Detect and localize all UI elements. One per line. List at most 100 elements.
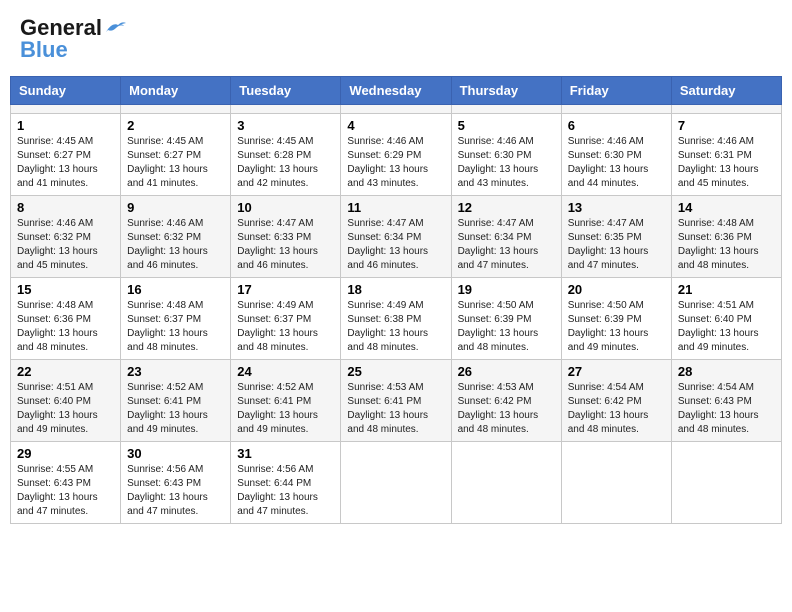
day-info: Sunrise: 4:46 AM Sunset: 6:29 PM Dayligh…	[347, 135, 444, 191]
day-number: 4	[347, 118, 444, 133]
calendar-cell: 30Sunrise: 4:56 AM Sunset: 6:43 PM Dayli…	[121, 442, 231, 524]
day-number: 19	[458, 282, 555, 297]
day-number: 5	[458, 118, 555, 133]
day-number: 26	[458, 364, 555, 379]
calendar-cell: 19 Sunrise: 4:50 AM Sunset: 6:39 PM Dayli…	[451, 278, 561, 360]
day-number: 25	[347, 364, 444, 379]
calendar-cell: 9Sunrise: 4:46 AM Sunset: 6:32 PM Daylig…	[121, 196, 231, 278]
day-info: Sunrise: 4:54 AM Sunset: 6:42 PM Dayligh…	[568, 381, 665, 437]
day-number: 7	[678, 118, 775, 133]
day-number: 20	[568, 282, 665, 297]
calendar-cell: 2 Sunrise: 4:45 AM Sunset: 6:27 PM Daylig…	[121, 114, 231, 196]
day-number: 15	[17, 282, 114, 297]
calendar-cell: 13Sunrise: 4:47 AM Sunset: 6:35 PM Dayli…	[561, 196, 671, 278]
page-header: General Blue	[10, 10, 782, 68]
calendar-cell: 20 Sunrise: 4:50 AM Sunset: 6:39 PM Dayli…	[561, 278, 671, 360]
day-number: 2	[127, 118, 224, 133]
calendar-cell: 17 Sunrise: 4:49 AM Sunset: 6:37 PM Dayli…	[231, 278, 341, 360]
calendar-cell: 31Sunrise: 4:56 AM Sunset: 6:44 PM Dayli…	[231, 442, 341, 524]
calendar-cell	[671, 442, 781, 524]
calendar-cell	[341, 442, 451, 524]
day-info: Sunrise: 4:48 AM Sunset: 6:36 PM Dayligh…	[678, 217, 775, 273]
calendar-cell: 8 Sunrise: 4:46 AM Sunset: 6:32 PM Daylig…	[11, 196, 121, 278]
day-number: 21	[678, 282, 775, 297]
day-info: Sunrise: 4:46 AM Sunset: 6:30 PM Dayligh…	[458, 135, 555, 191]
day-info: Sunrise: 4:51 AM Sunset: 6:40 PM Dayligh…	[678, 299, 775, 355]
column-header-sunday: Sunday	[11, 77, 121, 105]
calendar-cell: 25 Sunrise: 4:53 AM Sunset: 6:41 PM Dayli…	[341, 360, 451, 442]
day-number: 22	[17, 364, 114, 379]
calendar-cell: 11Sunrise: 4:47 AM Sunset: 6:34 PM Dayli…	[341, 196, 451, 278]
day-info: Sunrise: 4:46 AM Sunset: 6:30 PM Dayligh…	[568, 135, 665, 191]
day-number: 6	[568, 118, 665, 133]
calendar-table: SundayMondayTuesdayWednesdayThursdayFrid…	[10, 76, 782, 524]
column-header-monday: Monday	[121, 77, 231, 105]
calendar-cell	[561, 442, 671, 524]
calendar-cell: 6 Sunrise: 4:46 AM Sunset: 6:30 PM Daylig…	[561, 114, 671, 196]
day-info: Sunrise: 4:45 AM Sunset: 6:28 PM Dayligh…	[237, 135, 334, 191]
day-number: 10	[237, 200, 334, 215]
day-info: Sunrise: 4:46 AM Sunset: 6:32 PM Dayligh…	[127, 217, 224, 273]
day-info: Sunrise: 4:52 AM Sunset: 6:41 PM Dayligh…	[237, 381, 334, 437]
day-number: 18	[347, 282, 444, 297]
day-info: Sunrise: 4:47 AM Sunset: 6:34 PM Dayligh…	[458, 217, 555, 273]
day-number: 8	[17, 200, 114, 215]
calendar-cell	[671, 105, 781, 114]
day-info: Sunrise: 4:46 AM Sunset: 6:32 PM Dayligh…	[17, 217, 114, 273]
calendar-week-row: 29 Sunrise: 4:55 AM Sunset: 6:43 PM Dayli…	[11, 442, 782, 524]
calendar-cell	[11, 105, 121, 114]
calendar-cell: 14Sunrise: 4:48 AM Sunset: 6:36 PM Dayli…	[671, 196, 781, 278]
calendar-week-row: 1 Sunrise: 4:45 AM Sunset: 6:27 PM Daylig…	[11, 114, 782, 196]
day-number: 24	[237, 364, 334, 379]
day-info: Sunrise: 4:47 AM Sunset: 6:34 PM Dayligh…	[347, 217, 444, 273]
day-info: Sunrise: 4:51 AM Sunset: 6:40 PM Dayligh…	[17, 381, 114, 437]
day-number: 28	[678, 364, 775, 379]
calendar-cell: 21 Sunrise: 4:51 AM Sunset: 6:40 PM Dayli…	[671, 278, 781, 360]
calendar-cell: 7Sunrise: 4:46 AM Sunset: 6:31 PM Daylig…	[671, 114, 781, 196]
calendar-cell: 23Sunrise: 4:52 AM Sunset: 6:41 PM Dayli…	[121, 360, 231, 442]
day-number: 12	[458, 200, 555, 215]
calendar-cell	[121, 105, 231, 114]
calendar-week-row	[11, 105, 782, 114]
column-header-tuesday: Tuesday	[231, 77, 341, 105]
day-number: 17	[237, 282, 334, 297]
day-info: Sunrise: 4:50 AM Sunset: 6:39 PM Dayligh…	[568, 299, 665, 355]
calendar-week-row: 15Sunrise: 4:48 AM Sunset: 6:36 PM Dayli…	[11, 278, 782, 360]
calendar-cell: 16Sunrise: 4:48 AM Sunset: 6:37 PM Dayli…	[121, 278, 231, 360]
calendar-cell: 5 Sunrise: 4:46 AM Sunset: 6:30 PM Daylig…	[451, 114, 561, 196]
calendar-cell: 22 Sunrise: 4:51 AM Sunset: 6:40 PM Dayli…	[11, 360, 121, 442]
calendar-cell	[451, 105, 561, 114]
day-info: Sunrise: 4:45 AM Sunset: 6:27 PM Dayligh…	[127, 135, 224, 191]
day-number: 13	[568, 200, 665, 215]
calendar-cell: 12 Sunrise: 4:47 AM Sunset: 6:34 PM Dayli…	[451, 196, 561, 278]
day-info: Sunrise: 4:50 AM Sunset: 6:39 PM Dayligh…	[458, 299, 555, 355]
day-info: Sunrise: 4:56 AM Sunset: 6:44 PM Dayligh…	[237, 463, 334, 519]
calendar-cell: 10Sunrise: 4:47 AM Sunset: 6:33 PM Dayli…	[231, 196, 341, 278]
logo-bird-icon	[104, 20, 126, 36]
calendar-cell: 15Sunrise: 4:48 AM Sunset: 6:36 PM Dayli…	[11, 278, 121, 360]
day-info: Sunrise: 4:53 AM Sunset: 6:42 PM Dayligh…	[458, 381, 555, 437]
calendar-cell: 1 Sunrise: 4:45 AM Sunset: 6:27 PM Daylig…	[11, 114, 121, 196]
calendar-cell: 18 Sunrise: 4:49 AM Sunset: 6:38 PM Dayli…	[341, 278, 451, 360]
column-header-friday: Friday	[561, 77, 671, 105]
day-info: Sunrise: 4:49 AM Sunset: 6:37 PM Dayligh…	[237, 299, 334, 355]
day-info: Sunrise: 4:49 AM Sunset: 6:38 PM Dayligh…	[347, 299, 444, 355]
column-header-wednesday: Wednesday	[341, 77, 451, 105]
day-info: Sunrise: 4:53 AM Sunset: 6:41 PM Dayligh…	[347, 381, 444, 437]
day-info: Sunrise: 4:52 AM Sunset: 6:41 PM Dayligh…	[127, 381, 224, 437]
calendar-cell	[341, 105, 451, 114]
column-header-saturday: Saturday	[671, 77, 781, 105]
day-number: 29	[17, 446, 114, 461]
day-info: Sunrise: 4:54 AM Sunset: 6:43 PM Dayligh…	[678, 381, 775, 437]
day-number: 1	[17, 118, 114, 133]
calendar-cell	[451, 442, 561, 524]
day-info: Sunrise: 4:55 AM Sunset: 6:43 PM Dayligh…	[17, 463, 114, 519]
day-info: Sunrise: 4:45 AM Sunset: 6:27 PM Dayligh…	[17, 135, 114, 191]
calendar-header-row: SundayMondayTuesdayWednesdayThursdayFrid…	[11, 77, 782, 105]
calendar-cell: 28 Sunrise: 4:54 AM Sunset: 6:43 PM Dayli…	[671, 360, 781, 442]
calendar-cell	[561, 105, 671, 114]
calendar-cell: 24 Sunrise: 4:52 AM Sunset: 6:41 PM Dayli…	[231, 360, 341, 442]
calendar-cell: 4 Sunrise: 4:46 AM Sunset: 6:29 PM Daylig…	[341, 114, 451, 196]
day-number: 3	[237, 118, 334, 133]
day-number: 27	[568, 364, 665, 379]
